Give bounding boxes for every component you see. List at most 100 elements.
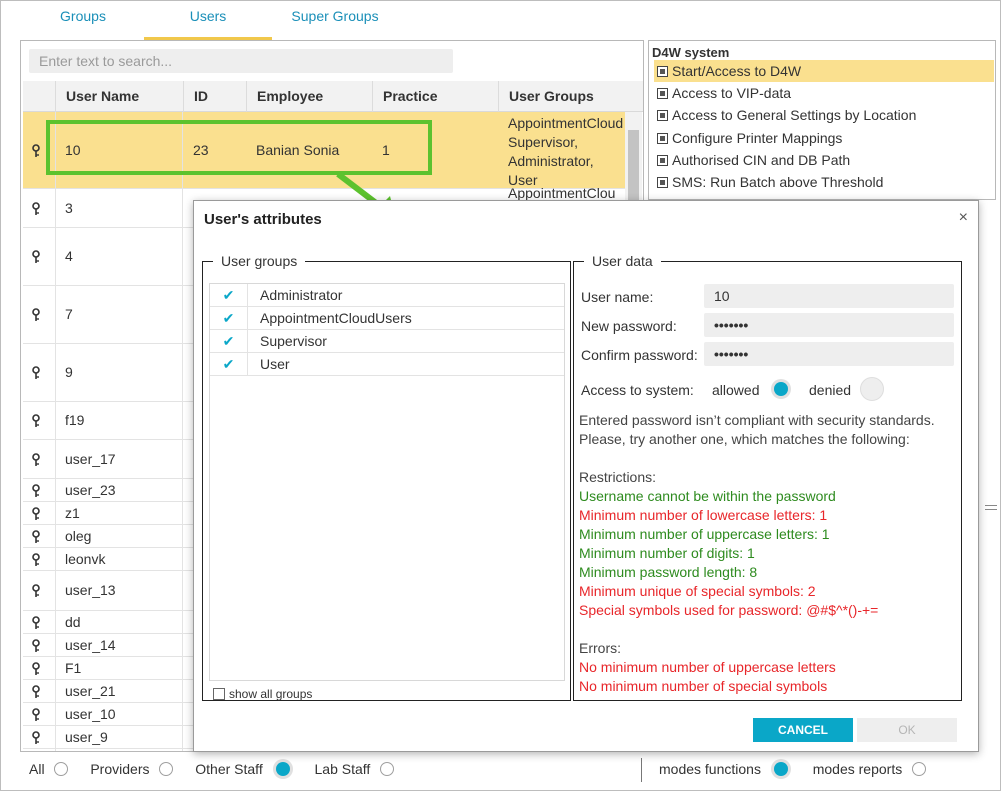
user-data-fieldset: User data User name: 10 New password: ••…	[573, 253, 962, 701]
checkbox-icon[interactable]	[657, 133, 668, 144]
permissions-panel: D4W system Start/Access to D4W Access to…	[648, 40, 996, 200]
tab-users[interactable]: Users	[144, 0, 272, 40]
key-icon	[32, 308, 40, 321]
modes-filter: modes functions modes reports	[659, 752, 927, 788]
key-icon	[32, 530, 40, 543]
group-label: AppointmentCloudUsers	[260, 310, 412, 326]
column-employee[interactable]: Employee	[246, 81, 372, 112]
cancel-button[interactable]: CANCEL	[753, 718, 853, 742]
column-divider	[182, 112, 183, 751]
checkbox-icon[interactable]	[657, 155, 668, 166]
separator	[641, 758, 642, 782]
key-icon	[32, 731, 40, 744]
filter-all-label: All	[29, 761, 45, 777]
username-field[interactable]: 10	[704, 284, 954, 308]
filter-lab-staff-radio[interactable]	[380, 762, 395, 776]
filter-all-radio[interactable]	[54, 762, 69, 776]
access-allowed-radio[interactable]	[771, 379, 791, 399]
checkbox-icon[interactable]	[657, 110, 668, 121]
tab-groups[interactable]: Groups	[22, 0, 144, 40]
username-label: User name:	[581, 289, 654, 305]
key-icon	[32, 553, 40, 566]
checkbox-icon[interactable]	[657, 177, 668, 188]
cell-user-name: F1	[65, 660, 82, 676]
modes-functions-radio[interactable]	[770, 759, 791, 779]
show-all-groups[interactable]: show all groups	[213, 687, 312, 701]
access-system-label: Access to system:	[581, 382, 694, 398]
checkbox-icon[interactable]	[213, 688, 225, 700]
user-groups-legend: User groups	[221, 253, 298, 269]
staff-filter: All Providers Other Staff Lab Staff	[29, 752, 395, 788]
checkbox-icon[interactable]	[657, 88, 668, 99]
cell-user-name: 9	[65, 364, 73, 380]
filter-other-staff-radio[interactable]	[272, 759, 293, 779]
close-icon[interactable]: ×	[959, 209, 968, 227]
ok-button[interactable]: OK	[857, 718, 957, 742]
key-icon	[32, 685, 40, 698]
splitter-handle[interactable]	[985, 505, 997, 506]
key-icon	[32, 250, 40, 263]
cell-user-name: 4	[65, 248, 73, 264]
new-password-field[interactable]: •••••••	[704, 313, 954, 337]
cell-user-name: user_9	[65, 729, 108, 745]
confirm-password-field[interactable]: •••••••	[704, 342, 954, 366]
filter-providers-radio[interactable]	[159, 762, 174, 776]
list-item[interactable]: ✔ User	[210, 353, 564, 376]
check-icon[interactable]: ✔	[210, 353, 248, 375]
column-id[interactable]: ID	[183, 81, 246, 112]
check-icon[interactable]: ✔	[210, 330, 248, 352]
column-practice[interactable]: Practice	[372, 81, 498, 112]
new-password-label: New password:	[581, 318, 677, 334]
list-item[interactable]: ✔ Supervisor	[210, 330, 564, 353]
key-icon	[32, 202, 40, 215]
key-column-header	[23, 81, 55, 112]
column-divider	[55, 112, 56, 751]
permission-item[interactable]: SMS: Run Batch above Threshold	[654, 171, 994, 193]
user-data-legend: User data	[592, 253, 653, 269]
group-label: User	[260, 356, 290, 372]
cell-user-name: oleg	[65, 528, 92, 544]
column-user-name[interactable]: User Name	[55, 81, 183, 112]
key-icon	[32, 366, 40, 379]
cell-user-name: user_17	[65, 451, 116, 467]
key-icon	[32, 484, 40, 497]
error-item: No minimum number of special symbols	[579, 678, 828, 694]
modes-reports-radio[interactable]	[912, 762, 927, 776]
key-icon	[32, 507, 40, 520]
tab-bar: Groups Users Super Groups	[22, 0, 642, 40]
errors-title: Errors:	[579, 640, 621, 656]
permission-item[interactable]: Authorised CIN and DB Path	[654, 149, 994, 171]
cell-user-groups: AppointmentClou	[508, 185, 616, 201]
restrictions-title: Restrictions:	[579, 469, 657, 485]
group-label: Administrator	[260, 287, 343, 303]
tab-super-groups[interactable]: Super Groups	[272, 0, 398, 40]
column-user-groups[interactable]: User Groups	[498, 81, 625, 112]
key-icon	[32, 144, 40, 157]
restriction-item: Special symbols used for password: @#$^*…	[579, 602, 879, 618]
cell-user-name: leonvk	[65, 551, 106, 567]
cell-user-name: user_10	[65, 706, 116, 722]
permission-item[interactable]: Start/Access to D4W	[654, 60, 994, 82]
permission-item[interactable]: Configure Printer Mappings	[654, 127, 994, 149]
restriction-item: Minimum unique of special symbols: 2	[579, 583, 816, 599]
permission-item[interactable]: Access to VIP-data	[654, 82, 994, 104]
search-input[interactable]: Enter text to search...	[29, 49, 453, 73]
dialog-title: User's attributes	[204, 211, 322, 228]
check-icon[interactable]: ✔	[210, 284, 248, 306]
group-label: Supervisor	[260, 333, 327, 349]
list-item[interactable]: ✔ AppointmentCloudUsers	[210, 307, 564, 330]
key-icon	[32, 708, 40, 721]
restriction-item: Username cannot be within the password	[579, 488, 836, 504]
key-icon	[32, 414, 40, 427]
check-icon[interactable]: ✔	[210, 307, 248, 329]
splitter-handle[interactable]	[985, 509, 997, 510]
access-denied-radio[interactable]	[860, 377, 884, 401]
highlight-frame	[46, 120, 432, 175]
checkbox-icon[interactable]	[657, 66, 668, 77]
access-allowed-label: allowed	[712, 382, 760, 398]
permission-item[interactable]: Access to General Settings by Location	[654, 104, 994, 126]
cell-user-name: user_13	[65, 582, 116, 598]
restriction-item: Minimum number of uppercase letters: 1	[579, 526, 830, 542]
key-icon	[32, 616, 40, 629]
list-item[interactable]: ✔ Administrator	[210, 284, 564, 307]
